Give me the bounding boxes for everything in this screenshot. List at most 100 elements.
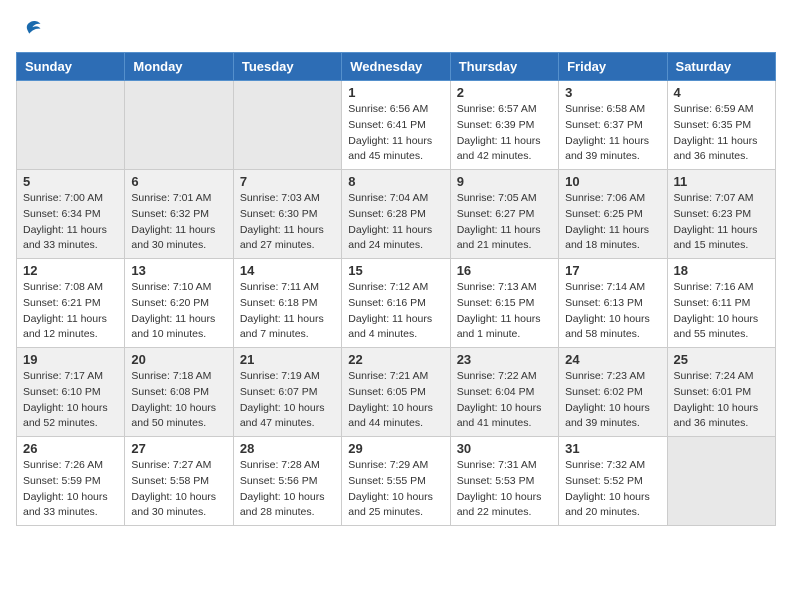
day-number: 24	[565, 352, 660, 367]
calendar-cell	[233, 81, 341, 170]
day-info: Sunrise: 7:18 AM Sunset: 6:08 PM Dayligh…	[131, 369, 226, 432]
day-number: 17	[565, 263, 660, 278]
day-info: Sunrise: 7:24 AM Sunset: 6:01 PM Dayligh…	[674, 369, 769, 432]
day-number: 27	[131, 441, 226, 456]
calendar-cell: 21 Sunrise: 7:19 AM Sunset: 6:07 PM Dayli…	[233, 348, 341, 437]
day-info: Sunrise: 7:03 AM Sunset: 6:30 PM Dayligh…	[240, 191, 335, 254]
day-info: Sunrise: 7:21 AM Sunset: 6:05 PM Dayligh…	[348, 369, 443, 432]
calendar-cell: 10 Sunrise: 7:06 AM Sunset: 6:25 PM Dayli…	[559, 170, 667, 259]
day-number: 16	[457, 263, 552, 278]
day-info: Sunrise: 7:10 AM Sunset: 6:20 PM Dayligh…	[131, 280, 226, 343]
day-number: 26	[23, 441, 118, 456]
calendar-week-row: 5 Sunrise: 7:00 AM Sunset: 6:34 PM Daylig…	[17, 170, 776, 259]
day-info: Sunrise: 7:04 AM Sunset: 6:28 PM Dayligh…	[348, 191, 443, 254]
day-info: Sunrise: 7:28 AM Sunset: 5:56 PM Dayligh…	[240, 458, 335, 521]
day-info: Sunrise: 7:31 AM Sunset: 5:53 PM Dayligh…	[457, 458, 552, 521]
day-info: Sunrise: 7:16 AM Sunset: 6:11 PM Dayligh…	[674, 280, 769, 343]
calendar-cell: 14 Sunrise: 7:11 AM Sunset: 6:18 PM Dayli…	[233, 259, 341, 348]
calendar-week-row: 12 Sunrise: 7:08 AM Sunset: 6:21 PM Dayli…	[17, 259, 776, 348]
calendar-cell: 1 Sunrise: 6:56 AM Sunset: 6:41 PM Daylig…	[342, 81, 450, 170]
calendar-week-row: 26 Sunrise: 7:26 AM Sunset: 5:59 PM Dayli…	[17, 437, 776, 526]
day-info: Sunrise: 6:57 AM Sunset: 6:39 PM Dayligh…	[457, 102, 552, 165]
calendar-cell: 12 Sunrise: 7:08 AM Sunset: 6:21 PM Dayli…	[17, 259, 125, 348]
calendar-cell: 2 Sunrise: 6:57 AM Sunset: 6:39 PM Daylig…	[450, 81, 558, 170]
day-info: Sunrise: 7:32 AM Sunset: 5:52 PM Dayligh…	[565, 458, 660, 521]
day-info: Sunrise: 7:17 AM Sunset: 6:10 PM Dayligh…	[23, 369, 118, 432]
calendar-cell: 24 Sunrise: 7:23 AM Sunset: 6:02 PM Dayli…	[559, 348, 667, 437]
day-info: Sunrise: 6:56 AM Sunset: 6:41 PM Dayligh…	[348, 102, 443, 165]
calendar-cell: 26 Sunrise: 7:26 AM Sunset: 5:59 PM Dayli…	[17, 437, 125, 526]
day-number: 20	[131, 352, 226, 367]
day-number: 6	[131, 174, 226, 189]
calendar-cell: 9Sunrise: 7:05 AM Sunset: 6:27 PM Daylig…	[450, 170, 558, 259]
day-number: 28	[240, 441, 335, 456]
day-number: 13	[131, 263, 226, 278]
calendar-cell: 18 Sunrise: 7:16 AM Sunset: 6:11 PM Dayli…	[667, 259, 775, 348]
column-header-monday: Monday	[125, 53, 233, 81]
calendar-cell: 20 Sunrise: 7:18 AM Sunset: 6:08 PM Dayli…	[125, 348, 233, 437]
day-info: Sunrise: 7:22 AM Sunset: 6:04 PM Dayligh…	[457, 369, 552, 432]
column-header-thursday: Thursday	[450, 53, 558, 81]
day-number: 31	[565, 441, 660, 456]
day-number: 9	[457, 174, 552, 189]
day-number: 1	[348, 85, 443, 100]
page-header	[16, 16, 776, 40]
calendar-cell: 23Sunrise: 7:22 AM Sunset: 6:04 PM Dayli…	[450, 348, 558, 437]
day-number: 10	[565, 174, 660, 189]
day-number: 21	[240, 352, 335, 367]
day-number: 12	[23, 263, 118, 278]
day-number: 8	[348, 174, 443, 189]
day-number: 3	[565, 85, 660, 100]
calendar-week-row: 19 Sunrise: 7:17 AM Sunset: 6:10 PM Dayli…	[17, 348, 776, 437]
day-info: Sunrise: 6:58 AM Sunset: 6:37 PM Dayligh…	[565, 102, 660, 165]
day-info: Sunrise: 7:26 AM Sunset: 5:59 PM Dayligh…	[23, 458, 118, 521]
calendar-table: SundayMondayTuesdayWednesdayThursdayFrid…	[16, 52, 776, 526]
calendar-cell: 25 Sunrise: 7:24 AM Sunset: 6:01 PM Dayli…	[667, 348, 775, 437]
calendar-cell: 22 Sunrise: 7:21 AM Sunset: 6:05 PM Dayli…	[342, 348, 450, 437]
calendar-cell: 28 Sunrise: 7:28 AM Sunset: 5:56 PM Dayli…	[233, 437, 341, 526]
calendar-cell: 5 Sunrise: 7:00 AM Sunset: 6:34 PM Daylig…	[17, 170, 125, 259]
calendar-cell: 11 Sunrise: 7:07 AM Sunset: 6:23 PM Dayli…	[667, 170, 775, 259]
day-info: Sunrise: 7:13 AM Sunset: 6:15 PM Dayligh…	[457, 280, 552, 343]
calendar-cell: 19 Sunrise: 7:17 AM Sunset: 6:10 PM Dayli…	[17, 348, 125, 437]
day-number: 25	[674, 352, 769, 367]
calendar-cell: 17 Sunrise: 7:14 AM Sunset: 6:13 PM Dayli…	[559, 259, 667, 348]
column-header-friday: Friday	[559, 53, 667, 81]
day-number: 22	[348, 352, 443, 367]
day-number: 5	[23, 174, 118, 189]
day-number: 11	[674, 174, 769, 189]
calendar-cell	[125, 81, 233, 170]
day-number: 30	[457, 441, 552, 456]
calendar-cell: 3 Sunrise: 6:58 AM Sunset: 6:37 PM Daylig…	[559, 81, 667, 170]
column-header-tuesday: Tuesday	[233, 53, 341, 81]
calendar-cell: 6 Sunrise: 7:01 AM Sunset: 6:32 PM Daylig…	[125, 170, 233, 259]
calendar-cell: 4Sunrise: 6:59 AM Sunset: 6:35 PM Daylig…	[667, 81, 775, 170]
day-info: Sunrise: 7:19 AM Sunset: 6:07 PM Dayligh…	[240, 369, 335, 432]
day-number: 15	[348, 263, 443, 278]
calendar-cell: 13 Sunrise: 7:10 AM Sunset: 6:20 PM Dayli…	[125, 259, 233, 348]
column-header-saturday: Saturday	[667, 53, 775, 81]
calendar-cell	[17, 81, 125, 170]
day-info: Sunrise: 7:23 AM Sunset: 6:02 PM Dayligh…	[565, 369, 660, 432]
day-number: 14	[240, 263, 335, 278]
day-info: Sunrise: 7:14 AM Sunset: 6:13 PM Dayligh…	[565, 280, 660, 343]
calendar-cell: 7 Sunrise: 7:03 AM Sunset: 6:30 PM Daylig…	[233, 170, 341, 259]
calendar-cell: 30 Sunrise: 7:31 AM Sunset: 5:53 PM Dayli…	[450, 437, 558, 526]
calendar-cell: 8 Sunrise: 7:04 AM Sunset: 6:28 PM Daylig…	[342, 170, 450, 259]
day-info: Sunrise: 7:06 AM Sunset: 6:25 PM Dayligh…	[565, 191, 660, 254]
day-number: 19	[23, 352, 118, 367]
calendar-cell: 27 Sunrise: 7:27 AM Sunset: 5:58 PM Dayli…	[125, 437, 233, 526]
calendar-cell	[667, 437, 775, 526]
day-number: 18	[674, 263, 769, 278]
calendar-header-row: SundayMondayTuesdayWednesdayThursdayFrid…	[17, 53, 776, 81]
day-info: Sunrise: 7:27 AM Sunset: 5:58 PM Dayligh…	[131, 458, 226, 521]
day-number: 29	[348, 441, 443, 456]
day-info: Sunrise: 7:08 AM Sunset: 6:21 PM Dayligh…	[23, 280, 118, 343]
day-number: 2	[457, 85, 552, 100]
day-info: Sunrise: 7:07 AM Sunset: 6:23 PM Dayligh…	[674, 191, 769, 254]
day-info: Sunrise: 7:11 AM Sunset: 6:18 PM Dayligh…	[240, 280, 335, 343]
calendar-cell: 16 Sunrise: 7:13 AM Sunset: 6:15 PM Dayli…	[450, 259, 558, 348]
day-number: 7	[240, 174, 335, 189]
day-info: Sunrise: 7:01 AM Sunset: 6:32 PM Dayligh…	[131, 191, 226, 254]
day-info: Sunrise: 7:00 AM Sunset: 6:34 PM Dayligh…	[23, 191, 118, 254]
